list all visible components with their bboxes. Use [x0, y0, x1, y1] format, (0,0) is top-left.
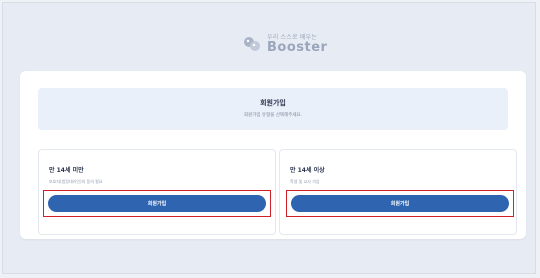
- page-frame: 우리 스스로 배우는 Booster 회원가입 회원가입 유형을 선택해주세요.…: [2, 2, 536, 274]
- logo-name: Booster: [267, 39, 328, 55]
- option-description: 보호자(법정대리인)의 동의 필요: [49, 179, 103, 184]
- signup-button-under-14[interactable]: 회원가입: [48, 195, 266, 212]
- option-title: 만 14세 미만: [49, 167, 84, 174]
- highlight-box: 회원가입: [286, 190, 514, 217]
- option-title: 만 14세 이상: [290, 167, 325, 174]
- site-logo[interactable]: 우리 스스로 배우는 Booster: [241, 29, 331, 59]
- highlight-box: 회원가입: [43, 190, 271, 217]
- signup-option-under-14: 만 14세 미만 보호자(법정대리인)의 동의 필요 회원가입: [38, 149, 276, 235]
- logo-text: 우리 스스로 배우는 Booster: [267, 34, 328, 55]
- option-description: 학생 및 교사 가입: [290, 179, 320, 184]
- signup-option-14-and-over: 만 14세 이상 학생 및 교사 가입 회원가입: [279, 149, 517, 235]
- page-title: 회원가입: [260, 99, 286, 107]
- signup-header: 회원가입 회원가입 유형을 선택해주세요.: [38, 88, 508, 130]
- mascot-logo-icon: [244, 37, 260, 51]
- signup-card: 회원가입 회원가입 유형을 선택해주세요. 만 14세 미만 보호자(법정대리인…: [20, 71, 526, 239]
- page-description: 회원가입 유형을 선택해주세요.: [243, 113, 303, 118]
- signup-button-14-and-over[interactable]: 회원가입: [291, 195, 509, 212]
